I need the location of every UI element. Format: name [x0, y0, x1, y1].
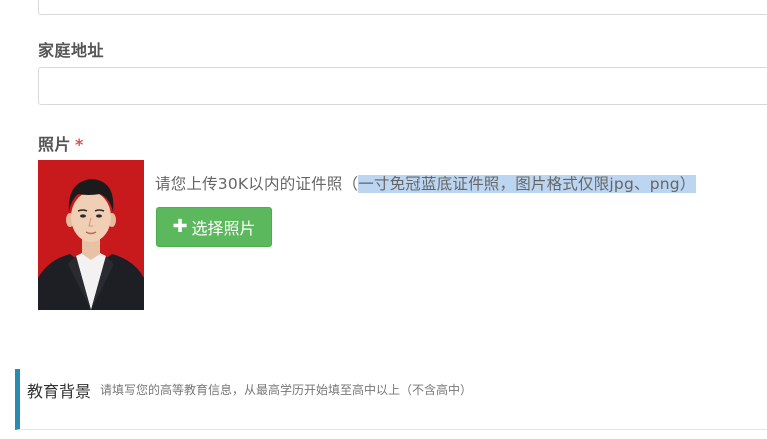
address-label-text: 家庭地址 — [38, 41, 105, 60]
page: 家庭地址 照片 * 请您上传30K以内的证件照（一寸免冠蓝底证件照，图片格式仅限… — [0, 0, 767, 439]
id-photo-image — [38, 160, 144, 310]
address-input[interactable] — [38, 67, 767, 105]
address-label: 家庭地址 — [38, 37, 104, 61]
section-title: 教育背景 — [27, 382, 92, 401]
required-mark: * — [75, 135, 84, 154]
photo-hint-selected-text: 一寸免冠蓝底证件照，图片格式仅限jpg、png） — [358, 175, 696, 193]
photo-label-text: 照片 — [38, 135, 72, 154]
education-section-header: 教育背景 请填写您的高等教育信息，从最高学历开始填至高中以上（不含高中） — [15, 369, 767, 430]
select-photo-button-label: 选择照片 — [191, 219, 256, 238]
photo-label: 照片 * — [38, 131, 84, 155]
previous-field-input[interactable] — [38, 0, 767, 15]
section-subtitle: 请填写您的高等教育信息，从最高学历开始填至高中以上（不含高中） — [100, 383, 473, 397]
select-photo-button[interactable]: ✚ 选择照片 — [156, 207, 272, 247]
id-photo-preview — [38, 160, 144, 310]
photo-hint-text: 请您上传30K以内的证件照（ — [155, 175, 359, 193]
photo-upload-hint: 请您上传30K以内的证件照（一寸免冠蓝底证件照，图片格式仅限jpg、png） — [155, 172, 696, 194]
plus-icon: ✚ — [172, 216, 188, 237]
